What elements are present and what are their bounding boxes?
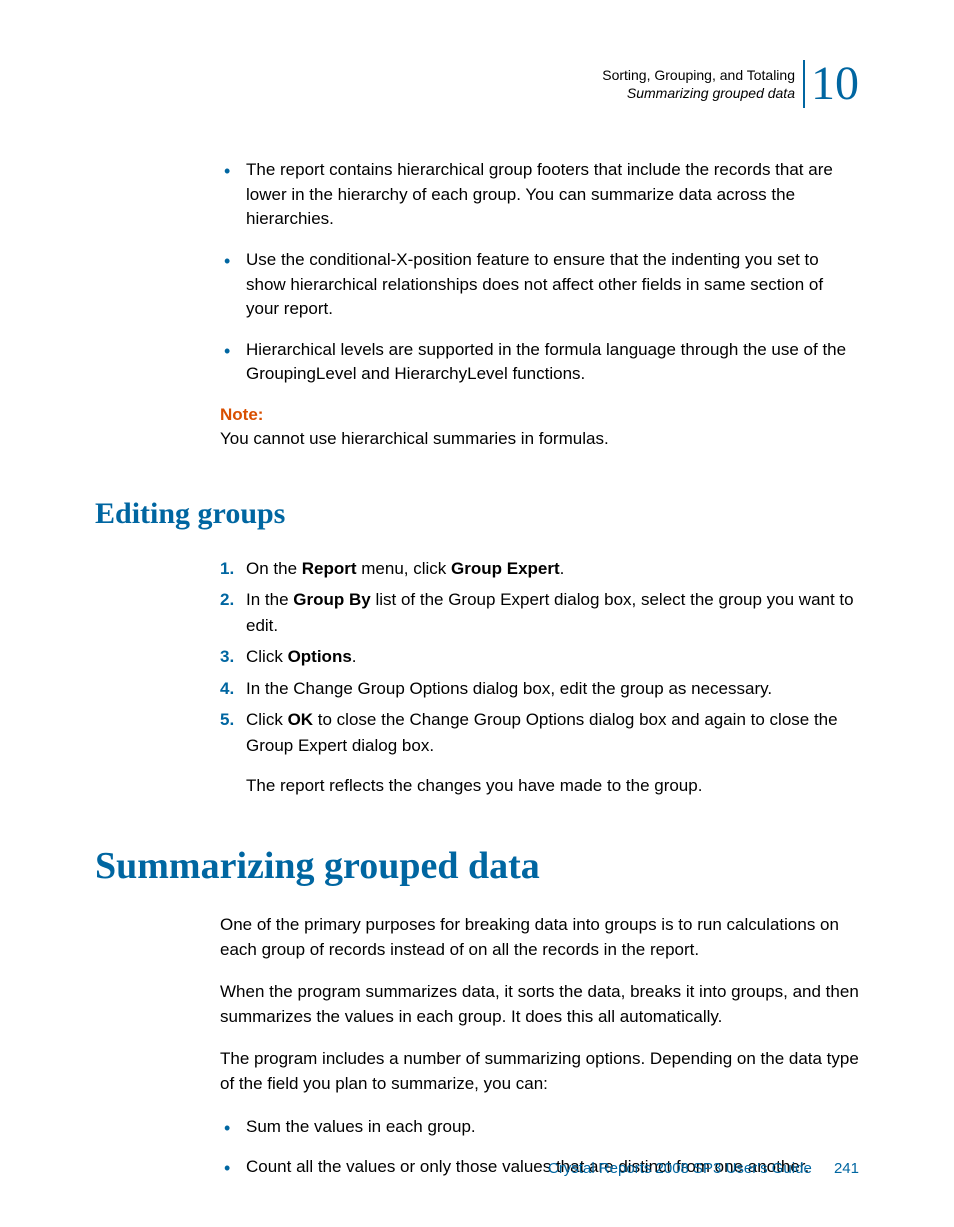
note-text: You cannot use hierarchical summaries in… bbox=[220, 427, 859, 452]
list-item: The report contains hierarchical group f… bbox=[220, 158, 859, 232]
step-bold: Report bbox=[302, 559, 357, 578]
header-text: Sorting, Grouping, and Totaling Summariz… bbox=[602, 66, 795, 102]
step-bold: Group Expert bbox=[451, 559, 560, 578]
note-label: Note: bbox=[220, 405, 859, 425]
step-text-pre: Click bbox=[246, 647, 288, 666]
page: Sorting, Grouping, and Totaling Summariz… bbox=[0, 0, 954, 1227]
step-bold: OK bbox=[288, 710, 314, 729]
step-item: 4. In the Change Group Options dialog bo… bbox=[220, 676, 859, 702]
paragraph: The program includes a number of summari… bbox=[220, 1047, 859, 1096]
page-header: Sorting, Grouping, and Totaling Summariz… bbox=[95, 60, 859, 108]
step-text-mid: to close the Change Group Options dialog… bbox=[246, 710, 838, 755]
steps-result: The report reflects the changes you have… bbox=[220, 774, 859, 799]
step-number: 3. bbox=[220, 644, 234, 670]
step-bold: Group By bbox=[293, 590, 370, 609]
step-text-pre: In the bbox=[246, 590, 293, 609]
footer-page-number: 241 bbox=[834, 1160, 859, 1177]
heading-summarizing: Summarizing grouped data bbox=[95, 844, 859, 888]
step-number: 5. bbox=[220, 707, 234, 733]
step-item: 1. On the Report menu, click Group Exper… bbox=[220, 556, 859, 582]
page-footer: Crystal Reports 2008 SP3 User's Guide 24… bbox=[548, 1160, 859, 1177]
step-number: 2. bbox=[220, 587, 234, 613]
step-item: 2. In the Group By list of the Group Exp… bbox=[220, 587, 859, 638]
step-text-mid: menu, click bbox=[357, 559, 451, 578]
step-text-post: . bbox=[560, 559, 565, 578]
step-text-pre: In the Change Group Options dialog box, … bbox=[246, 679, 772, 698]
list-item: Sum the values in each group. bbox=[220, 1115, 859, 1140]
step-item: 3. Click Options. bbox=[220, 644, 859, 670]
list-item: Use the conditional-X-position feature t… bbox=[220, 248, 859, 322]
step-text-mid: . bbox=[352, 647, 357, 666]
step-bold: Options bbox=[288, 647, 352, 666]
list-item: Hierarchical levels are supported in the… bbox=[220, 338, 859, 387]
step-text-pre: On the bbox=[246, 559, 302, 578]
paragraph: One of the primary purposes for breaking… bbox=[220, 913, 859, 962]
note-block: Note: You cannot use hierarchical summar… bbox=[220, 405, 859, 452]
step-text-pre: Click bbox=[246, 710, 288, 729]
steps-list: 1. On the Report menu, click Group Exper… bbox=[220, 556, 859, 759]
header-chapter-title: Sorting, Grouping, and Totaling bbox=[602, 66, 795, 84]
intro-bullet-list: The report contains hierarchical group f… bbox=[220, 158, 859, 387]
footer-guide-title: Crystal Reports 2008 SP3 User's Guide bbox=[548, 1160, 812, 1177]
step-item: 5. Click OK to close the Change Group Op… bbox=[220, 707, 859, 758]
content-block-2: 1. On the Report menu, click Group Exper… bbox=[220, 556, 859, 799]
step-number: 1. bbox=[220, 556, 234, 582]
paragraph: When the program summarizes data, it sor… bbox=[220, 980, 859, 1029]
content-block-3: One of the primary purposes for breaking… bbox=[220, 913, 859, 1180]
content-block-1: The report contains hierarchical group f… bbox=[220, 158, 859, 452]
step-number: 4. bbox=[220, 676, 234, 702]
chapter-number: 10 bbox=[803, 60, 859, 108]
header-section-title: Summarizing grouped data bbox=[602, 84, 795, 102]
heading-editing-groups: Editing groups bbox=[95, 497, 859, 531]
